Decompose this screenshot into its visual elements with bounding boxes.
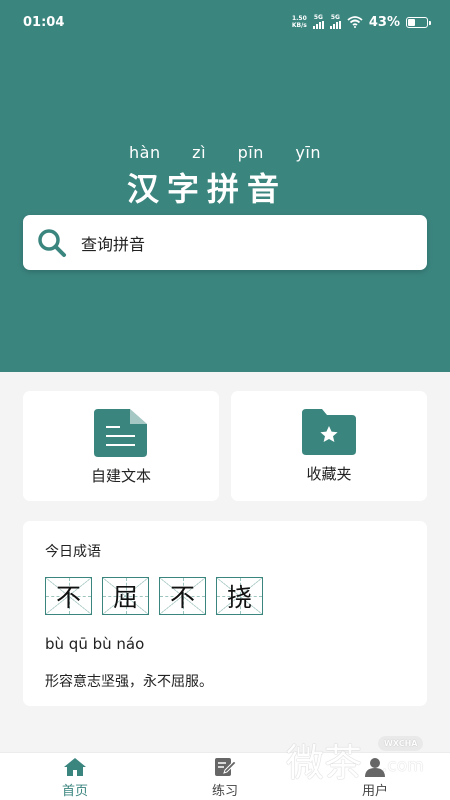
tab-practice-label: 练习 — [211, 784, 238, 799]
bottom-tab-bar: 首页 练习 用户 — [0, 752, 450, 800]
idiom-char-cell: 不 — [45, 577, 92, 615]
document-icon — [94, 409, 147, 457]
pinyin-syllable: pīn — [237, 143, 264, 162]
user-icon — [365, 758, 385, 777]
header-banner: 01:04 1.50 KB/s 5G 5G 43% hàn zì pīn yīn… — [0, 0, 450, 372]
home-icon — [64, 758, 86, 776]
daily-idiom-heading: 今日成语 — [45, 544, 101, 560]
tab-home[interactable]: 首页 — [35, 757, 115, 799]
signal-2-icon: 5G — [329, 15, 341, 29]
search-bar[interactable]: 查询拼音 — [23, 215, 427, 270]
favorites-card[interactable]: 收藏夹 — [231, 391, 427, 501]
tab-home-label: 首页 — [61, 784, 88, 799]
create-text-card[interactable]: 自建文本 — [23, 391, 219, 501]
idiom-char-cell: 屈 — [102, 577, 149, 615]
idiom-pinyin: bù qū bù náo — [45, 635, 145, 653]
idiom-char-cell: 挠 — [216, 577, 263, 615]
signal-1-icon: 5G — [312, 15, 324, 29]
status-time: 01:04 — [23, 14, 65, 30]
wifi-icon — [347, 16, 363, 28]
battery-icon — [406, 16, 431, 28]
title-pinyin: hàn zì pīn yīn — [129, 143, 321, 162]
pinyin-syllable: yīn — [295, 143, 321, 162]
status-icons: 1.50 KB/s 5G 5G 43% — [291, 14, 431, 30]
network-speed: 1.50 KB/s — [291, 15, 307, 29]
tab-user[interactable]: 用户 — [335, 757, 415, 799]
pinyin-syllable: hàn — [129, 143, 161, 162]
idiom-character-grid: 不 屈 不 挠 — [45, 577, 405, 615]
create-text-label: 自建文本 — [90, 467, 151, 485]
star-folder-icon — [302, 409, 356, 455]
app-title: 汉字拼音 — [127, 170, 288, 208]
pinyin-syllable: zì — [192, 143, 207, 162]
favorites-label: 收藏夹 — [306, 465, 352, 483]
tab-practice[interactable]: 练习 — [185, 757, 265, 799]
status-bar: 01:04 1.50 KB/s 5G 5G 43% — [0, 0, 450, 44]
search-placeholder: 查询拼音 — [81, 234, 146, 254]
daily-idiom-card[interactable]: 今日成语 不 屈 不 挠 bù qū bù náo 形容意志坚强，永不屈服。 — [23, 521, 427, 706]
idiom-char-cell: 不 — [159, 577, 206, 615]
tab-user-label: 用户 — [361, 784, 388, 799]
edit-icon — [215, 758, 237, 776]
idiom-meaning: 形容意志坚强，永不屈服。 — [45, 674, 213, 690]
battery-percent: 43% — [368, 14, 400, 30]
search-icon — [38, 228, 66, 257]
